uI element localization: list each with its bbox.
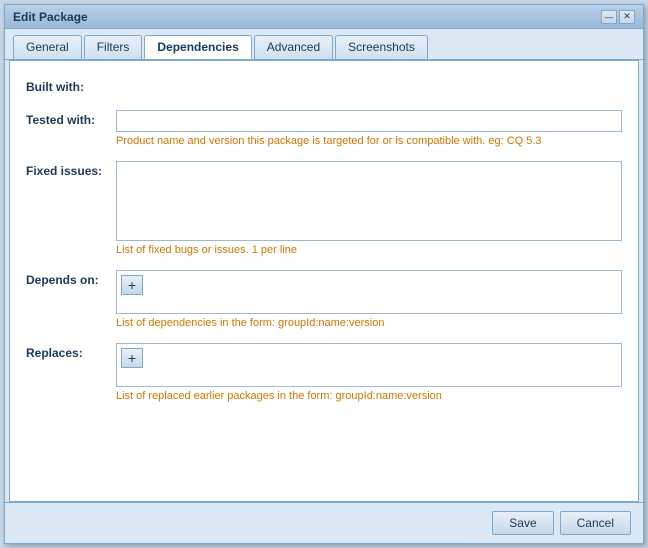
replaces-field-area: + List of replaced earlier packages in t… [116, 343, 622, 412]
fixed-issues-label: Fixed issues: [26, 161, 116, 178]
fixed-issues-textarea[interactable] [116, 161, 622, 241]
tab-screenshots[interactable]: Screenshots [335, 35, 428, 59]
replaces-tag-input: + [116, 343, 622, 387]
close-button[interactable]: ✕ [619, 10, 635, 24]
title-bar-buttons: — ✕ [601, 10, 635, 24]
tested-with-row: Tested with: Product name and version th… [26, 110, 622, 157]
tab-general[interactable]: General [13, 35, 82, 59]
depends-on-row: Depends on: + List of dependencies in th… [26, 270, 622, 339]
dialog-title: Edit Package [13, 10, 88, 24]
title-bar: Edit Package — ✕ [5, 5, 643, 29]
replaces-hint: List of replaced earlier packages in the… [116, 390, 622, 402]
replaces-add-button[interactable]: + [121, 348, 143, 368]
tested-with-input[interactable] [116, 110, 622, 132]
built-with-label: Built with: [26, 77, 116, 94]
dialog-footer: Save Cancel [5, 502, 643, 543]
minimize-button[interactable]: — [601, 10, 617, 24]
depends-on-label: Depends on: [26, 270, 116, 287]
tab-filters[interactable]: Filters [84, 35, 143, 59]
replaces-label: Replaces: [26, 343, 116, 360]
depends-on-add-button[interactable]: + [121, 275, 143, 295]
fixed-issues-hint: List of fixed bugs or issues. 1 per line [116, 244, 622, 256]
built-with-row: Built with: [26, 77, 622, 106]
fixed-issues-field-area: List of fixed bugs or issues. 1 per line [116, 161, 622, 266]
edit-package-dialog: Edit Package — ✕ General Filters Depende… [4, 4, 644, 544]
replaces-row: Replaces: + List of replaced earlier pac… [26, 343, 622, 412]
save-button[interactable]: Save [492, 511, 553, 535]
depends-on-hint: List of dependencies in the form: groupI… [116, 317, 622, 329]
tab-advanced[interactable]: Advanced [254, 35, 333, 59]
cancel-button[interactable]: Cancel [560, 511, 631, 535]
tabs-bar: General Filters Dependencies Advanced Sc… [5, 29, 643, 60]
fixed-issues-row: Fixed issues: List of fixed bugs or issu… [26, 161, 622, 266]
tested-with-hint: Product name and version this package is… [116, 135, 622, 147]
tab-dependencies[interactable]: Dependencies [144, 35, 251, 59]
tested-with-label: Tested with: [26, 110, 116, 127]
depends-on-tag-input: + [116, 270, 622, 314]
tab-content: Built with: Tested with: Product name an… [9, 60, 639, 502]
tested-with-field-area: Product name and version this package is… [116, 110, 622, 157]
depends-on-field-area: + List of dependencies in the form: grou… [116, 270, 622, 339]
